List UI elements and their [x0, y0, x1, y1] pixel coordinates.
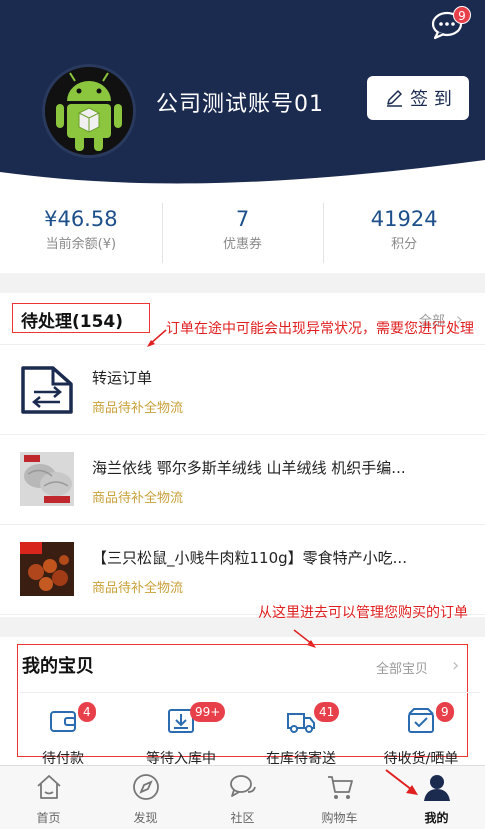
order-category-unpaid[interactable]: 4 待付款 [8, 700, 118, 767]
message-count-badge: 9 [453, 6, 471, 24]
beef-snack-product-image [20, 542, 74, 596]
stat-label: 当前余额(¥) [45, 237, 117, 252]
section-divider [0, 273, 485, 293]
order-title: 海兰依线 鄂尔多斯羊绒线 山羊绒线 机织手编... [92, 459, 406, 477]
stat-label: 优惠券 [223, 237, 263, 252]
order-status: 商品待补全物流 [92, 401, 184, 416]
tab-label: 首页 [36, 811, 61, 825]
pending-order-row[interactable]: 海兰依线 鄂尔多斯羊绒线 山羊绒线 机织手编... 商品待补全物流 [0, 435, 485, 525]
messages-button[interactable]: 9 [431, 6, 471, 40]
stat-coupons[interactable]: 7 优惠券 [161, 195, 324, 273]
profile-header: 9 公司测试账号01 签 到 [0, 0, 485, 195]
order-category-awaiting-warehouse[interactable]: 99+ 等待入库中 [126, 700, 236, 767]
account-stats: ¥46.58 当前余额(¥) 7 优惠券 41924 积分 [0, 195, 485, 273]
count-badge: 41 [314, 702, 340, 722]
account-name: 公司测试账号01 [156, 92, 324, 117]
package-check-icon [408, 708, 434, 733]
pending-title: 待处理(154) [12, 303, 150, 333]
annotation-arrow [385, 769, 418, 795]
tab-label: 购物车 [321, 811, 358, 825]
android-robot-icon [45, 67, 133, 155]
order-title: 转运订单 [92, 369, 153, 387]
tab-discover[interactable]: 发现 [97, 766, 194, 829]
home-icon [36, 775, 61, 799]
my-items-annotation: 从这里进去可以管理您购买的订单 [258, 605, 468, 621]
order-category-awaiting-receipt[interactable]: 9 待收货/晒单 [366, 700, 476, 767]
header-wave-decoration [0, 160, 485, 195]
user-icon [423, 775, 450, 801]
my-items-all-link[interactable]: 全部宝贝 [376, 658, 428, 677]
order-category-in-stock[interactable]: 41 在库待寄送 [246, 700, 356, 767]
count-badge: 99+ [190, 702, 226, 722]
signin-button[interactable]: 签 到 [367, 76, 469, 120]
count-badge: 9 [436, 702, 454, 722]
tab-label: 社区 [230, 811, 255, 825]
stat-label: 积分 [391, 237, 418, 252]
tab-label: 我的 [424, 811, 449, 825]
count-badge: 4 [78, 702, 96, 722]
stat-value: 41924 [370, 207, 438, 231]
stat-balance[interactable]: ¥46.58 当前余额(¥) [0, 195, 162, 273]
compass-icon [132, 774, 159, 800]
edit-pencil-icon [387, 90, 403, 107]
order-status: 商品待补全物流 [92, 491, 184, 506]
yarn-product-image [20, 452, 74, 506]
my-items-title: 我的宝贝 [22, 656, 94, 677]
tab-home[interactable]: 首页 [0, 766, 97, 829]
tab-label: 发现 [133, 811, 158, 825]
transfer-document-icon [21, 366, 73, 414]
divider [20, 692, 480, 693]
truck-icon [287, 713, 315, 733]
chevron-right-icon: › [452, 655, 460, 676]
stat-value: 7 [235, 207, 250, 231]
wallet-icon [50, 711, 76, 732]
tab-community[interactable]: 社区 [194, 766, 291, 829]
tab-cart[interactable]: 购物车 [291, 766, 388, 829]
stat-value: ¥46.58 [44, 207, 118, 231]
pending-annotation: 订单在途中可能会出现异常状况，需要您进行处理 [166, 321, 474, 337]
stat-points[interactable]: 41924 积分 [323, 195, 485, 273]
chat-bubbles-icon [229, 775, 256, 797]
order-title: 【三只松鼠_小贱牛肉粒110g】零食特产小吃... [92, 549, 407, 567]
pending-order-row[interactable]: 【三只松鼠_小贱牛肉粒110g】零食特产小吃... 商品待补全物流 [0, 525, 485, 615]
cart-icon [327, 776, 353, 799]
pending-order-row[interactable]: 转运订单 商品待补全物流 [0, 345, 485, 435]
order-status: 商品待补全物流 [92, 581, 184, 596]
avatar[interactable] [42, 64, 136, 158]
signin-label: 签 到 [410, 89, 452, 110]
